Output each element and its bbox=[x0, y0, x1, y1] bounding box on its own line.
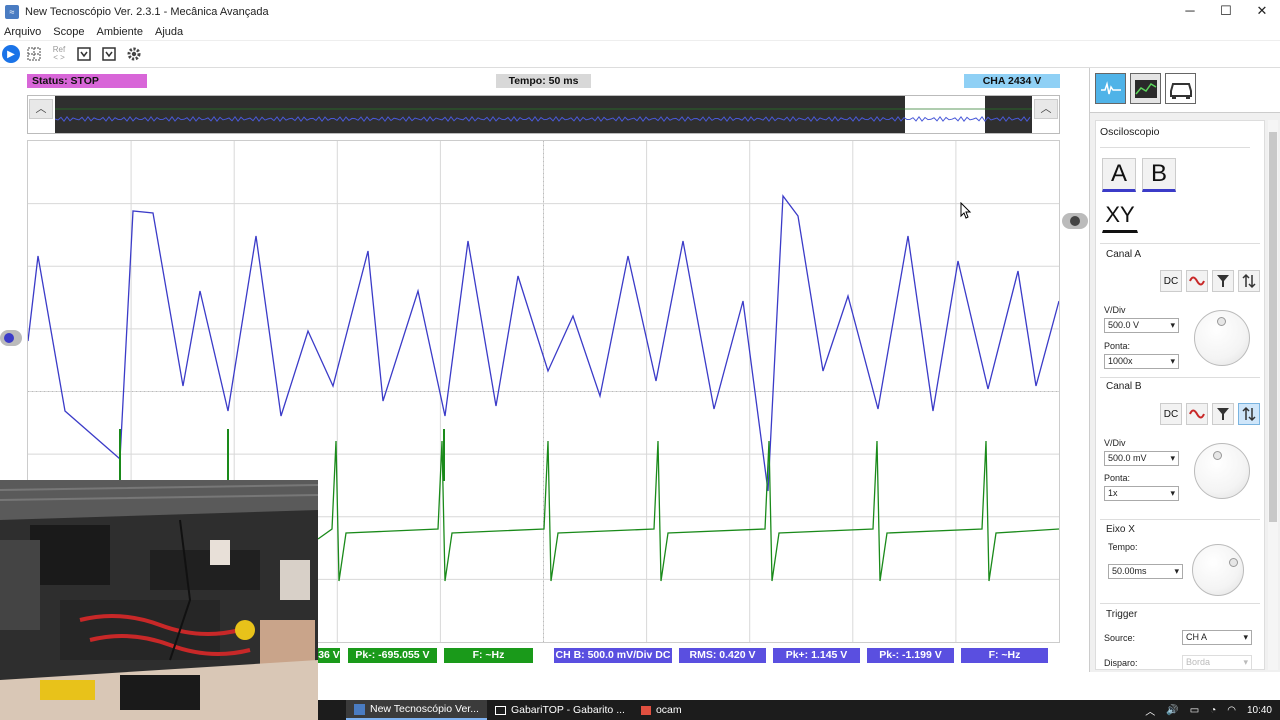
eixo-x-tempo-select[interactable]: 50.00ms bbox=[1108, 564, 1183, 579]
mouse-cursor-icon bbox=[960, 202, 972, 219]
canal-a-invert-icon[interactable] bbox=[1238, 270, 1260, 292]
canal-b-dc-button[interactable]: DC bbox=[1160, 403, 1182, 425]
window-app-icon bbox=[494, 705, 506, 715]
wifi-icon[interactable]: ◠ bbox=[1227, 705, 1236, 716]
app-icon: ≈ bbox=[5, 5, 19, 19]
trigger-title: Trigger bbox=[1106, 609, 1138, 620]
chb-div: CH B: 500.0 mV/Div DC bbox=[554, 648, 672, 663]
canal-b-vdiv-label: V/Div bbox=[1104, 438, 1126, 448]
canal-a-ponta-label: Ponta: bbox=[1104, 341, 1131, 351]
taskbar-item-ocam[interactable]: ocam bbox=[633, 700, 690, 720]
overview-strip[interactable]: ︿ ︿ bbox=[27, 95, 1060, 134]
save-icon[interactable] bbox=[73, 43, 95, 65]
chb-freq: F: ~Hz bbox=[961, 648, 1048, 663]
battery-icon[interactable]: ▭ bbox=[1190, 705, 1199, 716]
eixo-x-tempo-label: Tempo: bbox=[1108, 542, 1138, 552]
engine-photo bbox=[0, 480, 318, 720]
trigger-disparo-label: Disparo: bbox=[1104, 658, 1138, 668]
chevron-up-icon[interactable]: ︿ bbox=[29, 99, 53, 119]
network-icon[interactable]: ◔ bbox=[1210, 705, 1216, 716]
menu-ambiente[interactable]: Ambiente bbox=[97, 26, 143, 38]
trigger-marker[interactable] bbox=[1062, 213, 1088, 229]
canal-b-knob[interactable] bbox=[1194, 443, 1250, 499]
webcam-overlay bbox=[0, 480, 318, 720]
menu-arquivo[interactable]: Arquivo bbox=[4, 26, 41, 38]
taskbar-label-gabaritop: GabariTOP - Gabarito ... bbox=[510, 704, 625, 716]
cha-badge: CHA 2434 V bbox=[964, 74, 1060, 88]
taskbar-label-tecnoscopio: New Tecnoscópio Ver... bbox=[370, 703, 479, 715]
canal-a-ponta-select[interactable]: 1000x bbox=[1104, 354, 1179, 369]
grid-icon[interactable] bbox=[23, 43, 45, 65]
channel-b-button[interactable]: B bbox=[1142, 158, 1176, 192]
canal-b-filter-icon[interactable] bbox=[1212, 403, 1234, 425]
graph-mode-icon[interactable] bbox=[1130, 73, 1161, 104]
canal-b-vdiv-select[interactable]: 500.0 mV bbox=[1104, 451, 1179, 466]
canal-a-title: Canal A bbox=[1106, 249, 1142, 260]
menu-bar: Arquivo Scope Ambiente Ajuda bbox=[0, 24, 1280, 41]
overview-waveform bbox=[55, 108, 1032, 123]
canal-b-ponta-label: Ponta: bbox=[1104, 473, 1131, 483]
canal-b-ac-icon[interactable] bbox=[1186, 403, 1208, 425]
cha-pk-minus: Pk-: -695.055 V bbox=[348, 648, 437, 663]
canal-a-filter-icon[interactable] bbox=[1212, 270, 1234, 292]
oscilloscope-mode-icon[interactable] bbox=[1095, 73, 1126, 104]
xy-button[interactable]: XY bbox=[1102, 199, 1138, 233]
cha-freq: F: ~Hz bbox=[444, 648, 533, 663]
settings-icon[interactable] bbox=[123, 43, 145, 65]
system-tray: ︿ 🔊 ▭ ◔ ◠ 10:40 bbox=[1134, 700, 1272, 720]
canal-a-vdiv-select[interactable]: 500.0 V bbox=[1104, 318, 1179, 333]
canal-a-vdiv-label: V/Div bbox=[1104, 305, 1126, 315]
minimize-button[interactable]: ─ bbox=[1172, 0, 1208, 24]
toolbar: ▶ Ref < > bbox=[0, 41, 1280, 68]
run-icon[interactable]: ▶ bbox=[2, 45, 20, 63]
chb-pk-minus: Pk-: -1.199 V bbox=[867, 648, 954, 663]
canal-a-dc-button[interactable]: DC bbox=[1160, 270, 1182, 292]
trigger-source-select[interactable]: CH A bbox=[1182, 630, 1252, 645]
taskbar: New Tecnoscópio Ver... GabariTOP - Gabar… bbox=[318, 700, 1280, 720]
taskbar-label-ocam: ocam bbox=[655, 704, 682, 716]
taskbar-item-tecnoscopio[interactable]: New Tecnoscópio Ver... bbox=[346, 700, 487, 720]
taskbar-item-gabaritop[interactable]: GabariTOP - Gabarito ... bbox=[487, 700, 633, 720]
section-title: Osciloscopio bbox=[1100, 126, 1160, 138]
tempo-badge: Tempo: 50 ms bbox=[496, 74, 591, 88]
car-icon[interactable] bbox=[1165, 73, 1196, 104]
chb-rms: RMS: 0.420 V bbox=[679, 648, 766, 663]
eixo-x-knob[interactable] bbox=[1192, 544, 1244, 596]
chevron-up-tray-icon[interactable]: ︿ bbox=[1145, 703, 1155, 718]
canal-a-ac-icon[interactable] bbox=[1186, 270, 1208, 292]
canal-b-ponta-select[interactable]: 1x bbox=[1104, 486, 1179, 501]
cha-partial-readout: 36 V bbox=[318, 648, 340, 663]
chevron-up-icon-right[interactable]: ︿ bbox=[1034, 99, 1058, 119]
chb-pk-plus: Pk+: 1.145 V bbox=[773, 648, 860, 663]
channel-a-button[interactable]: A bbox=[1102, 158, 1136, 192]
close-button[interactable]: ✕ bbox=[1244, 0, 1280, 24]
panel-scrollbar[interactable] bbox=[1268, 120, 1278, 670]
volume-icon[interactable]: 🔊 bbox=[1166, 705, 1178, 716]
canal-b-title: Canal B bbox=[1106, 381, 1142, 392]
maximize-button[interactable]: ☐ bbox=[1208, 0, 1244, 24]
status-badge: Status: STOP bbox=[27, 74, 147, 88]
panel-content: Osciloscopio A B XY Canal A DC V/Div 500… bbox=[1095, 120, 1265, 670]
ref-icon[interactable]: Ref < > bbox=[48, 43, 70, 65]
menu-scope[interactable]: Scope bbox=[53, 26, 84, 38]
window-title: New Tecnoscópio Ver. 2.3.1 - Mecânica Av… bbox=[25, 6, 269, 18]
trigger-disparo-select[interactable]: Borda bbox=[1182, 655, 1252, 670]
right-panel: Osciloscopio A B XY Canal A DC V/Div 500… bbox=[1090, 68, 1280, 672]
canal-b-invert-icon[interactable] bbox=[1238, 403, 1260, 425]
ocam-app-icon bbox=[640, 705, 651, 715]
canal-a-knob[interactable] bbox=[1194, 310, 1250, 366]
eixo-x-title: Eixo X bbox=[1106, 524, 1135, 535]
channel-a-marker[interactable] bbox=[0, 330, 22, 346]
export-icon[interactable] bbox=[98, 43, 120, 65]
clock[interactable]: 10:40 bbox=[1247, 705, 1272, 716]
menu-ajuda[interactable]: Ajuda bbox=[155, 26, 183, 38]
tecnoscopio-app-icon bbox=[354, 703, 365, 715]
title-bar: ≈ New Tecnoscópio Ver. 2.3.1 - Mecânica … bbox=[0, 0, 1280, 24]
trigger-source-label: Source: bbox=[1104, 633, 1136, 643]
